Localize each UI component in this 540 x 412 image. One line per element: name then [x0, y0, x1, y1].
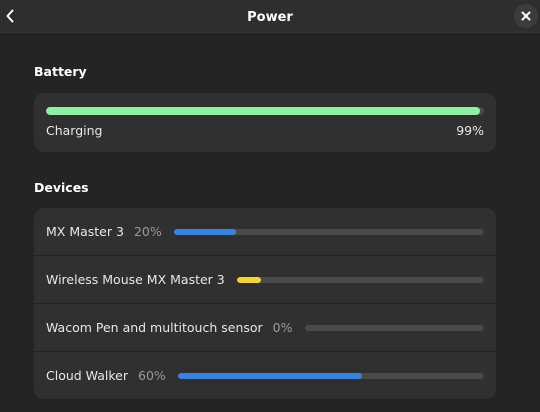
device-level-fill	[177, 372, 362, 379]
device-level-bar	[304, 324, 484, 331]
device-row-wacom-pen[interactable]: Wacom Pen and multitouch sensor 0%	[34, 303, 496, 351]
device-row-wireless-mouse[interactable]: Wireless Mouse MX Master 3	[34, 255, 496, 303]
device-name: MX Master 3	[46, 224, 124, 239]
device-name: Cloud Walker	[46, 368, 128, 383]
battery-card: Charging 99%	[34, 93, 496, 152]
device-name: Wacom Pen and multitouch sensor	[46, 320, 263, 335]
close-icon	[521, 11, 531, 21]
device-name: Wireless Mouse MX Master 3	[46, 272, 225, 287]
device-percent: 0%	[272, 320, 293, 335]
page-title: Power	[247, 9, 293, 25]
device-row-mx-master-3[interactable]: MX Master 3 20%	[34, 208, 496, 255]
device-percent: 20%	[133, 224, 162, 239]
devices-heading: Devices	[34, 180, 89, 195]
device-row-cloud-walker[interactable]: Cloud Walker 60%	[34, 351, 496, 399]
battery-percent: 99%	[456, 123, 484, 138]
device-level-fill	[173, 228, 236, 235]
header-bar: Power	[0, 0, 540, 35]
device-level-bar	[236, 276, 484, 283]
battery-level-fill	[46, 107, 480, 115]
device-level-fill	[236, 276, 262, 283]
close-button[interactable]	[514, 4, 538, 28]
battery-status: Charging	[46, 123, 103, 138]
battery-heading: Battery	[34, 64, 87, 79]
device-level-bar	[173, 228, 484, 235]
devices-list: MX Master 3 20% Wireless Mouse MX Master…	[34, 208, 496, 399]
battery-level-bar	[46, 107, 484, 115]
device-level-bar	[177, 372, 484, 379]
device-percent: 60%	[138, 368, 166, 383]
